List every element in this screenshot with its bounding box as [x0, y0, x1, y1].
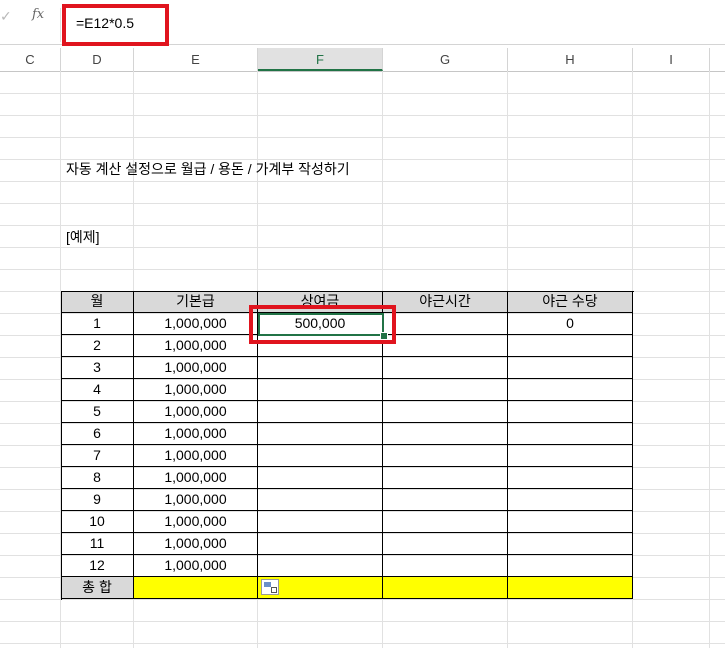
check-icon[interactable]: ✓	[0, 8, 12, 25]
table-cell[interactable]	[383, 357, 508, 379]
total-cell[interactable]	[383, 577, 508, 599]
table-cell[interactable]	[508, 467, 633, 489]
table-cell[interactable]	[258, 489, 383, 511]
table-cell[interactable]: 1,000,000	[134, 511, 258, 533]
gridline-horizontal	[0, 643, 725, 644]
table-cell[interactable]	[258, 445, 383, 467]
worksheet-grid[interactable]: 자동 계산 설정으로 월급 / 용돈 / 가계부 작성하기 [예제] 월 기본급 상여금…	[0, 71, 725, 648]
gridline-horizontal	[0, 621, 725, 622]
table-cell[interactable]: 1,000,000	[134, 533, 258, 555]
table-cell[interactable]	[383, 489, 508, 511]
table-cell[interactable]: 1,000,000	[134, 357, 258, 379]
table-cell[interactable]: 12	[61, 555, 134, 577]
table-cell[interactable]: 1,000,000	[134, 313, 258, 335]
table-cell[interactable]: 3	[61, 357, 134, 379]
table-cell[interactable]	[508, 555, 633, 577]
table-cell[interactable]	[508, 489, 633, 511]
column-header-d[interactable]: D	[61, 48, 134, 71]
table-cell[interactable]	[508, 445, 633, 467]
insert-function-icon[interactable]: fx	[32, 7, 44, 22]
table-header-cell[interactable]: 월	[61, 291, 134, 313]
paste-options-icon[interactable]	[261, 579, 279, 595]
gridline-horizontal	[0, 181, 725, 182]
column-header-e[interactable]: E	[134, 48, 258, 71]
column-header-g[interactable]: G	[383, 48, 508, 71]
table-header-cell[interactable]: 야근 수당	[508, 291, 633, 313]
table-cell[interactable]: 2	[61, 335, 134, 357]
formula-highlight-box	[62, 4, 169, 46]
table-cell[interactable]	[383, 467, 508, 489]
column-header-row: CDEFGHI	[0, 48, 725, 72]
table-cell[interactable]: 1,000,000	[134, 555, 258, 577]
total-cell[interactable]	[508, 577, 633, 599]
table-cell[interactable]	[258, 379, 383, 401]
table-cell[interactable]	[508, 401, 633, 423]
table-cell[interactable]	[508, 335, 633, 357]
table-cell[interactable]	[508, 533, 633, 555]
table-cell[interactable]: 1,000,000	[134, 401, 258, 423]
table-cell[interactable]	[258, 533, 383, 555]
table-cell[interactable]: 1,000,000	[134, 335, 258, 357]
table-cell[interactable]	[258, 401, 383, 423]
gridline-horizontal	[0, 247, 725, 248]
table-cell[interactable]: 8	[61, 467, 134, 489]
table-cell[interactable]	[383, 533, 508, 555]
table-cell[interactable]: 0	[508, 313, 633, 335]
table-cell[interactable]: 1,000,000	[134, 379, 258, 401]
total-cell[interactable]	[134, 577, 258, 599]
table-cell[interactable]	[383, 401, 508, 423]
gridline-horizontal	[0, 115, 725, 116]
gridline-horizontal	[0, 225, 725, 226]
table-cell[interactable]: 5	[61, 401, 134, 423]
column-header-c[interactable]: C	[0, 48, 61, 71]
table-cell[interactable]	[258, 423, 383, 445]
gridline-horizontal	[0, 269, 725, 270]
table-cell[interactable]	[383, 445, 508, 467]
table-header-cell[interactable]: 기본급	[134, 291, 258, 313]
table-cell[interactable]	[383, 555, 508, 577]
sheet-subtitle: [예제]	[66, 229, 100, 245]
column-header-f[interactable]: F	[258, 48, 383, 71]
column-header-i[interactable]: I	[633, 48, 710, 71]
table-cell[interactable]: 1,000,000	[134, 445, 258, 467]
table-header-cell[interactable]: 야근시간	[383, 291, 508, 313]
sheet-title: 자동 계산 설정으로 월급 / 용돈 / 가계부 작성하기	[66, 161, 350, 177]
table-cell[interactable]	[383, 313, 508, 335]
table-cell[interactable]	[258, 467, 383, 489]
table-cell[interactable]	[508, 357, 633, 379]
table-cell[interactable]: 1,000,000	[134, 467, 258, 489]
table-cell[interactable]	[383, 511, 508, 533]
table-cell[interactable]: 4	[61, 379, 134, 401]
total-label-cell[interactable]: 총 합	[61, 577, 134, 599]
gridline-horizontal	[0, 137, 725, 138]
gridline-horizontal	[0, 93, 725, 94]
table-cell[interactable]: 9	[61, 489, 134, 511]
table-cell[interactable]	[383, 423, 508, 445]
table-cell[interactable]	[383, 335, 508, 357]
gridline-horizontal	[0, 599, 725, 600]
table-cell[interactable]	[258, 357, 383, 379]
table-cell[interactable]	[508, 511, 633, 533]
table-cell[interactable]: 6	[61, 423, 134, 445]
paste-icon-part	[271, 587, 277, 593]
table-cell[interactable]: 11	[61, 533, 134, 555]
gridline-horizontal	[0, 203, 725, 204]
gridline-vertical	[709, 71, 710, 648]
table-cell[interactable]	[258, 555, 383, 577]
table-cell[interactable]: 1,000,000	[134, 489, 258, 511]
table-cell[interactable]: 1,000,000	[134, 423, 258, 445]
cell-highlight-box	[249, 305, 396, 344]
table-cell[interactable]: 7	[61, 445, 134, 467]
table-cell[interactable]	[258, 511, 383, 533]
table-cell[interactable]	[508, 423, 633, 445]
paste-icon-part	[264, 582, 271, 587]
column-header-h[interactable]: H	[508, 48, 633, 71]
table-cell[interactable]	[383, 379, 508, 401]
table-cell[interactable]	[508, 379, 633, 401]
table-cell[interactable]: 1	[61, 313, 134, 335]
table-cell[interactable]: 10	[61, 511, 134, 533]
